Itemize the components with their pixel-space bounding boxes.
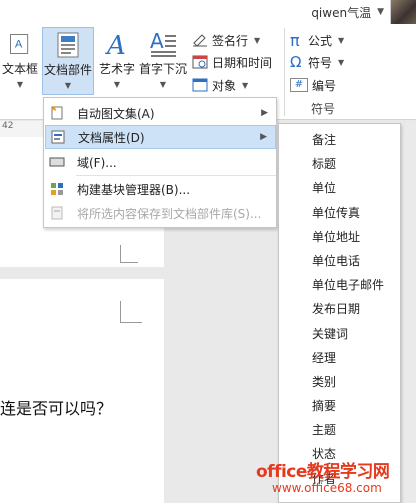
menu-item-label: 文档属性(D) (78, 130, 145, 145)
document-text[interactable]: 连是否可以吗？ (0, 395, 112, 419)
menu-item-field[interactable]: 域(F)... (45, 150, 276, 174)
document-parts-button[interactable]: 文档部件 ▼ (42, 27, 94, 95)
signature-line-button[interactable]: 签名行 ▼ (192, 30, 260, 50)
submenu-item[interactable]: 关键词 (279, 322, 400, 346)
document-property-icon (51, 130, 65, 144)
autotext-icon (51, 106, 63, 120)
chevron-down-icon: ▼ (338, 35, 345, 45)
scrollbar[interactable] (404, 123, 416, 503)
symbol-button[interactable]: Ω 符号 ▼ (290, 52, 344, 72)
chevron-right-icon: ▶ (260, 132, 267, 142)
save-selection-icon (51, 206, 63, 220)
user-bar[interactable]: qiwen气温 ▼ (311, 0, 416, 24)
document-parts-menu: 自动图文集(A) ▶ 文档属性(D) ▶ 域(F)... 构建基块管理器(B).… (43, 97, 277, 228)
chevron-down-icon: ▼ (16, 80, 24, 89)
chevron-down-icon: ▼ (113, 80, 121, 89)
menu-item-building-blocks[interactable]: 构建基块管理器(B)... (45, 177, 276, 201)
textbox-button[interactable]: A 文本框 ▼ (0, 30, 40, 92)
numbering-label: 编号 (312, 78, 337, 93)
submenu-item[interactable]: 备注 (279, 128, 400, 152)
document-parts-icon (57, 32, 79, 58)
calendar-icon (192, 55, 208, 69)
menu-item-label: 构建基块管理器(B)... (77, 182, 191, 197)
menu-item-label: 将所选内容保存到文档部件库(S)... (77, 206, 262, 221)
user-name[interactable]: qiwen气温 (311, 4, 371, 21)
chevron-down-icon: ▼ (254, 35, 261, 45)
wordart-label: 艺术字 (98, 62, 135, 76)
wordart-icon: A (105, 31, 126, 58)
watermark: office教程学习网 www.office68.com (256, 457, 416, 503)
textbox-label: 文本框 (1, 62, 38, 76)
object-icon (192, 78, 208, 92)
numbering-button[interactable]: # 编号 (290, 75, 336, 95)
drop-cap-label: 首字下沉 (138, 62, 187, 76)
avatar[interactable] (390, 0, 416, 24)
submenu-item[interactable]: 单位 (279, 176, 400, 200)
menu-item-document-property[interactable]: 文档属性(D) ▶ (45, 125, 276, 149)
chevron-down-icon: ▼ (159, 80, 167, 89)
textbox-icon: A (10, 34, 29, 54)
field-icon (49, 157, 65, 167)
chevron-down-icon: ▼ (64, 81, 72, 90)
submenu-item[interactable]: 摘要 (279, 394, 400, 418)
submenu-item[interactable]: 标题 (279, 152, 400, 176)
submenu-item[interactable]: 单位电子邮件 (279, 273, 400, 297)
document-page[interactable] (0, 279, 164, 503)
submenu-item[interactable]: 主题 (279, 418, 400, 442)
watermark-title: office教程学习网 (256, 462, 390, 482)
symbols-group-label: 符号 (311, 102, 336, 116)
document-parts-label: 文档部件 (43, 63, 92, 77)
page-corner-mark (120, 301, 142, 323)
drop-cap-icon: A (150, 30, 176, 57)
datetime-button[interactable]: 日期和时间 (192, 52, 272, 72)
svg-text:A: A (15, 38, 23, 50)
chevron-right-icon: ▶ (261, 108, 268, 118)
submenu-item[interactable]: 单位电话 (279, 249, 400, 273)
watermark-url: www.office68.com (272, 481, 382, 495)
drop-cap-button[interactable]: A 首字下沉 ▼ (138, 30, 188, 92)
svg-text:A: A (150, 30, 164, 53)
chevron-down-icon: ▼ (242, 80, 249, 90)
ruler: 42 (0, 121, 45, 137)
number-icon: # (290, 78, 308, 92)
submenu-item[interactable]: 类别 (279, 370, 400, 394)
menu-item-save-selection[interactable]: 将所选内容保存到文档部件库(S)... (45, 201, 276, 225)
object-label: 对象 (212, 78, 237, 93)
signature-line-icon (193, 34, 207, 47)
submenu-item[interactable]: 单位传真 (279, 201, 400, 225)
menu-item-label: 自动图文集(A) (77, 106, 155, 121)
object-button[interactable]: 对象 ▼ (192, 75, 248, 95)
omega-icon: Ω (290, 53, 302, 71)
menu-separator (76, 175, 276, 176)
submenu-item[interactable]: 发布日期 (279, 297, 400, 321)
symbol-label: 符号 (308, 55, 333, 70)
formula-button[interactable]: π 公式 ▼ (290, 30, 344, 50)
document-property-submenu: 备注 标题 单位 单位传真 单位地址 单位电话 单位电子邮件 发布日期 关键词 … (278, 123, 401, 503)
chevron-down-icon[interactable]: ▼ (377, 7, 384, 17)
menu-item-autotext[interactable]: 自动图文集(A) ▶ (45, 101, 276, 125)
signature-line-label: 签名行 (212, 33, 249, 48)
svg-text:A: A (105, 31, 126, 58)
submenu-item[interactable]: 单位地址 (279, 225, 400, 249)
submenu-item[interactable]: 经理 (279, 346, 400, 370)
group-divider (284, 28, 285, 116)
wordart-button[interactable]: A 艺术字 ▼ (96, 30, 138, 92)
page-corner-mark (120, 245, 138, 263)
formula-label: 公式 (308, 33, 333, 48)
chevron-down-icon: ▼ (338, 57, 345, 67)
menu-item-label: 域(F)... (77, 155, 117, 170)
pi-icon: π (290, 30, 300, 50)
datetime-label: 日期和时间 (212, 55, 273, 70)
building-blocks-icon (51, 183, 63, 195)
